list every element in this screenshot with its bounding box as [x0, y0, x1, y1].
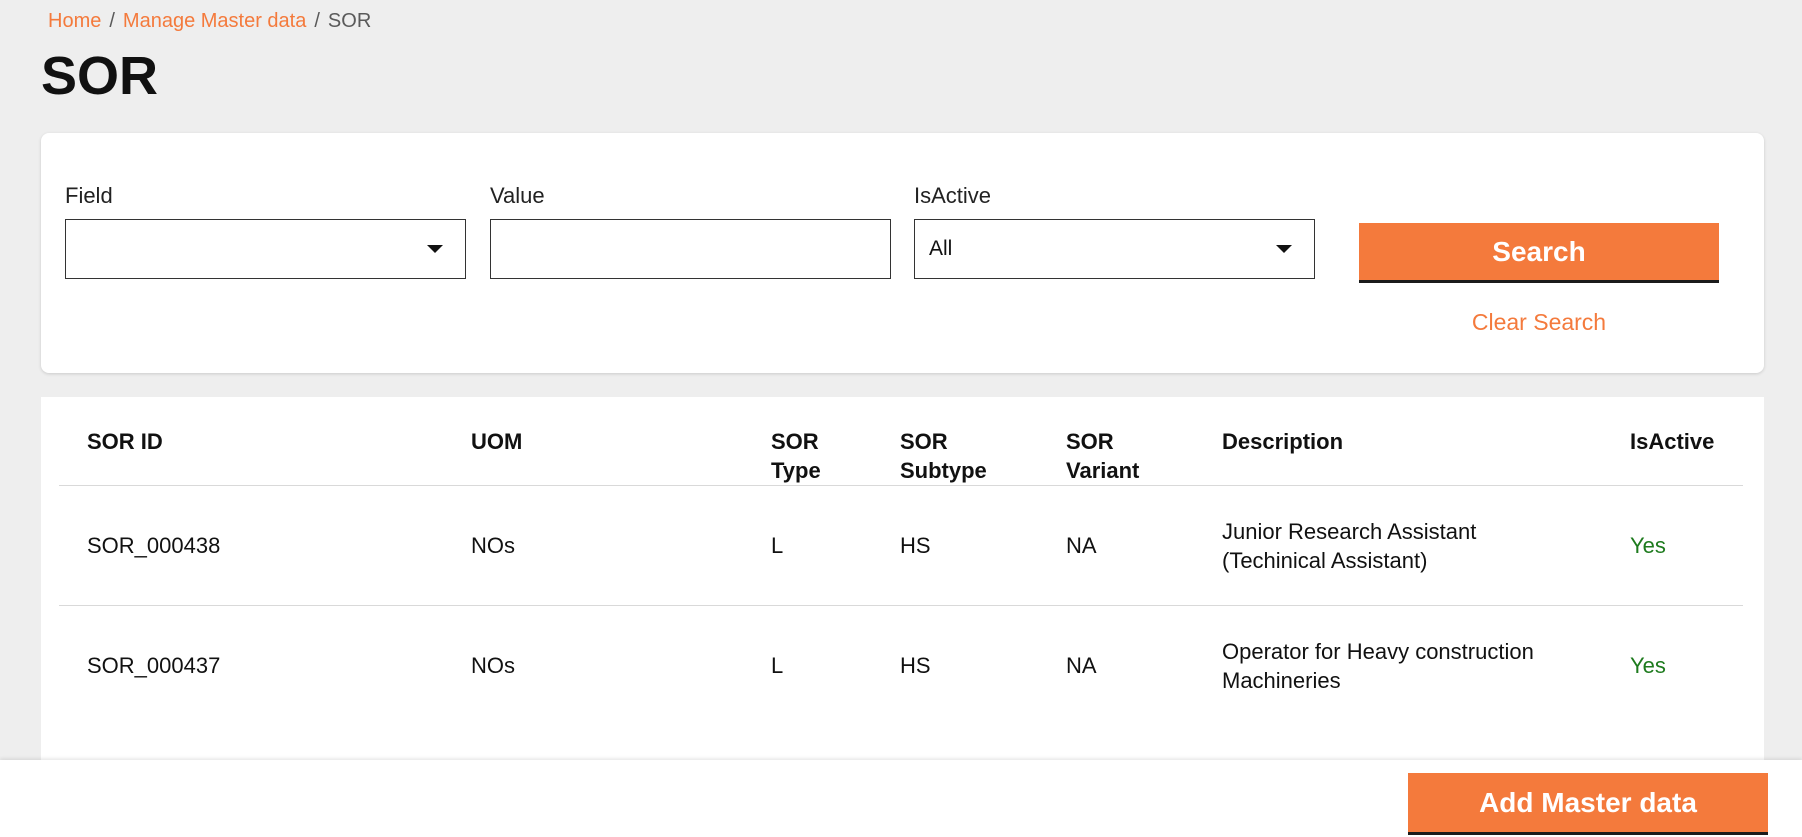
clear-search-link[interactable]: Clear Search	[1359, 309, 1719, 336]
isactive-select-value: All	[929, 237, 953, 260]
cell-uom: NOs	[443, 485, 743, 606]
cell-description: Junior Research Assistant (Techinical As…	[1194, 485, 1602, 606]
breadcrumb-home-link[interactable]: Home	[48, 10, 101, 33]
cell-sor-variant: NA	[1038, 605, 1194, 725]
field-filter-group: Field	[65, 183, 466, 279]
sor-table: SOR ID UOM SOR Type SOR Subtype SOR Vari…	[59, 397, 1743, 725]
page-title: SOR	[41, 46, 159, 106]
search-filter-panel: Field Value IsActive All Search Clear Se…	[41, 133, 1764, 373]
cell-sor-id: SOR_000437	[59, 605, 443, 725]
cell-sor-subtype: HS	[872, 605, 1038, 725]
header-sor-id[interactable]: SOR ID	[59, 397, 443, 486]
cell-isactive: Yes	[1602, 485, 1743, 606]
breadcrumb-manage-master-data-link[interactable]: Manage Master data	[123, 10, 306, 33]
isactive-select[interactable]: All	[914, 219, 1315, 279]
header-isactive[interactable]: IsActive	[1602, 397, 1743, 486]
add-master-data-button[interactable]: Add Master data	[1408, 773, 1768, 835]
cell-sor-type: L	[743, 605, 872, 725]
header-sor-type[interactable]: SOR Type	[743, 397, 872, 486]
header-description[interactable]: Description	[1194, 397, 1602, 486]
table-row[interactable]: SOR_000438 NOs L HS NA Junior Research A…	[59, 485, 1743, 606]
header-sor-variant[interactable]: SOR Variant	[1038, 397, 1194, 486]
value-filter-group: Value	[490, 183, 891, 279]
breadcrumb-separator: /	[314, 10, 320, 32]
cell-uom: NOs	[443, 605, 743, 725]
breadcrumb: Home / Manage Master data / SOR	[48, 10, 371, 33]
chevron-down-icon	[1276, 245, 1292, 253]
table-row[interactable]: SOR_000437 NOs L HS NA Operator for Heav…	[59, 605, 1743, 725]
header-uom[interactable]: UOM	[443, 397, 743, 486]
field-label: Field	[65, 183, 113, 208]
cell-description: Operator for Heavy construction Machiner…	[1194, 605, 1602, 725]
search-button[interactable]: Search	[1359, 223, 1719, 283]
cell-sor-type: L	[743, 485, 872, 606]
footer-action-bar: Add Master data	[0, 760, 1802, 837]
value-label: Value	[490, 183, 545, 208]
isactive-label: IsActive	[914, 183, 992, 208]
cell-sor-variant: NA	[1038, 485, 1194, 606]
field-select[interactable]	[65, 219, 466, 279]
cell-sor-id: SOR_000438	[59, 485, 443, 606]
chevron-down-icon	[427, 245, 443, 253]
breadcrumb-separator: /	[109, 10, 115, 32]
header-sor-subtype[interactable]: SOR Subtype	[872, 397, 1038, 486]
value-input[interactable]	[490, 219, 891, 279]
cell-sor-subtype: HS	[872, 485, 1038, 606]
cell-isactive: Yes	[1602, 605, 1743, 725]
isactive-filter-group: IsActive All	[914, 183, 1315, 279]
breadcrumb-current: SOR	[327, 10, 372, 32]
table-header-row: SOR ID UOM SOR Type SOR Subtype SOR Vari…	[59, 397, 1743, 486]
